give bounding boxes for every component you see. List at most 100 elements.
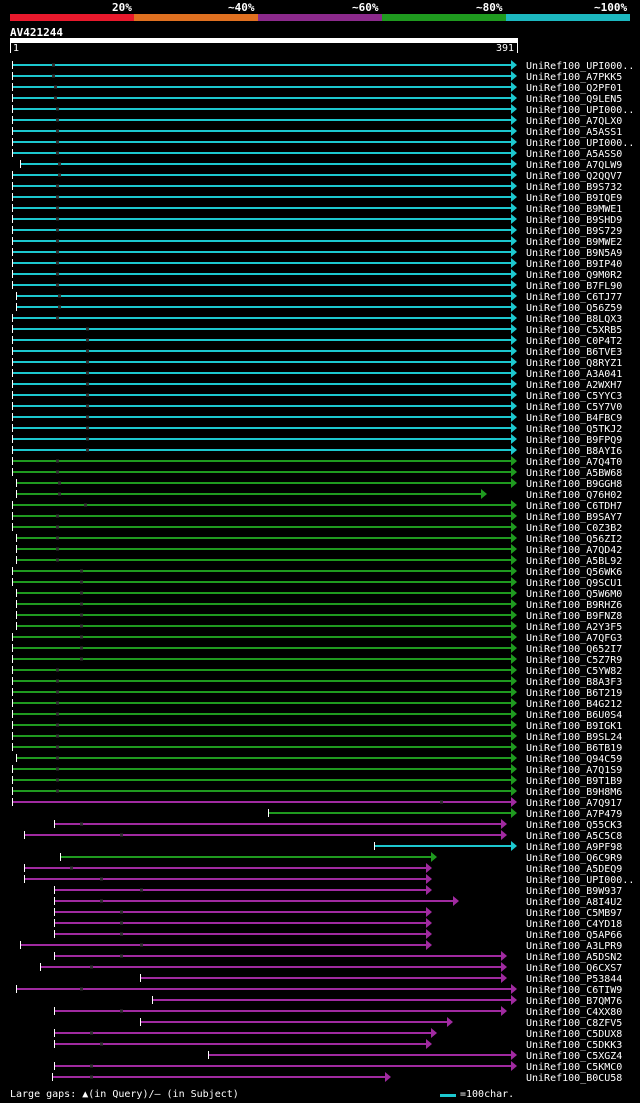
hit-row[interactable]: UniRef100_A7Q4T0 (12, 456, 622, 468)
hit-alignment-bar[interactable] (12, 680, 511, 682)
hit-label[interactable]: UniRef100_B9T1B9 (526, 776, 622, 787)
hit-label[interactable]: UniRef100_A5ASS1 (526, 127, 622, 138)
hit-label[interactable]: UniRef100_C4YD18 (526, 919, 622, 930)
hit-row[interactable]: UniRef100_A7QFG3 (12, 632, 622, 644)
hit-row[interactable]: UniRef100_B9IGK1 (12, 720, 622, 732)
hit-row[interactable]: UniRef100_C0Z3B2 (12, 522, 622, 534)
hit-alignment-bar[interactable] (24, 878, 426, 880)
hit-alignment-bar[interactable] (54, 1032, 431, 1034)
hit-alignment-bar[interactable] (12, 108, 511, 110)
hit-row[interactable]: UniRef100_B7FL90 (12, 280, 622, 292)
hit-label[interactable]: UniRef100_B7FL90 (526, 281, 622, 292)
hit-alignment-bar[interactable] (12, 581, 511, 583)
hit-alignment-bar[interactable] (24, 867, 426, 869)
hit-row[interactable]: UniRef100_A5DEQ9 (24, 863, 622, 875)
hit-label[interactable]: UniRef100_B9IP40 (526, 259, 622, 270)
hit-label[interactable]: UniRef100_A5BW68 (526, 468, 622, 479)
hit-row[interactable]: UniRef100_A7P479 (268, 808, 622, 820)
hit-row[interactable]: UniRef100_Q652I7 (12, 643, 622, 655)
hit-label[interactable]: UniRef100_B4G212 (526, 699, 622, 710)
hit-alignment-bar[interactable] (12, 185, 511, 187)
hit-label[interactable]: UniRef100_UPI000.. (526, 61, 634, 72)
hit-label[interactable]: UniRef100_A7P479 (526, 809, 622, 820)
hit-label[interactable]: UniRef100_A7QD42 (526, 545, 622, 556)
hit-alignment-bar[interactable] (12, 207, 511, 209)
hit-label[interactable]: UniRef100_C5XRB5 (526, 325, 622, 336)
hit-label[interactable]: UniRef100_A5DSN2 (526, 952, 622, 963)
hit-label[interactable]: UniRef100_A3A041 (526, 369, 622, 380)
hit-row[interactable]: UniRef100_Q55CK3 (54, 819, 622, 831)
hit-alignment-bar[interactable] (12, 471, 511, 473)
hit-row[interactable]: UniRef100_Q56WK6 (12, 566, 622, 578)
hit-label[interactable]: UniRef100_B9FPQ9 (526, 435, 622, 446)
hit-alignment-bar[interactable] (12, 713, 511, 715)
hit-label[interactable]: UniRef100_UPI000.. (526, 105, 634, 116)
hit-row[interactable]: UniRef100_C4XX80 (54, 1006, 622, 1018)
hit-label[interactable]: UniRef100_C6TIW9 (526, 985, 622, 996)
hit-alignment-bar[interactable] (374, 845, 511, 847)
hit-label[interactable]: UniRef100_B6TB19 (526, 743, 622, 754)
hit-alignment-bar[interactable] (12, 141, 511, 143)
hit-alignment-bar[interactable] (16, 559, 511, 561)
hit-label[interactable]: UniRef100_B8AYI6 (526, 446, 622, 457)
hit-label[interactable]: UniRef100_B8LQX3 (526, 314, 622, 325)
hit-label[interactable]: UniRef100_B9RHZ6 (526, 600, 622, 611)
hit-alignment-bar[interactable] (12, 515, 511, 517)
hit-alignment-bar[interactable] (12, 702, 511, 704)
hit-alignment-bar[interactable] (54, 933, 426, 935)
hit-row[interactable]: UniRef100_B9MWE1 (12, 203, 622, 215)
hit-label[interactable]: UniRef100_B9MWE2 (526, 237, 622, 248)
hit-alignment-bar[interactable] (12, 86, 511, 88)
hit-alignment-bar[interactable] (24, 834, 501, 836)
hit-label[interactable]: UniRef100_B7QM76 (526, 996, 622, 1007)
hit-alignment-bar[interactable] (54, 889, 426, 891)
hit-label[interactable]: UniRef100_B9W937 (526, 886, 622, 897)
hit-label[interactable]: UniRef100_UPI000.. (526, 138, 634, 149)
hit-alignment-bar[interactable] (12, 691, 511, 693)
hit-label[interactable]: UniRef100_A5DEQ9 (526, 864, 622, 875)
hit-alignment-bar[interactable] (52, 1076, 385, 1078)
hit-alignment-bar[interactable] (40, 966, 501, 968)
hit-row[interactable]: UniRef100_B4G212 (12, 698, 622, 710)
hit-alignment-bar[interactable] (12, 240, 511, 242)
hit-alignment-bar[interactable] (54, 1043, 426, 1045)
hit-label[interactable]: UniRef100_B9IQE9 (526, 193, 622, 204)
hit-label[interactable]: UniRef100_C5XGZ4 (526, 1051, 622, 1062)
hit-row[interactable]: UniRef100_C6TJ77 (16, 291, 622, 303)
hit-row[interactable]: UniRef100_C5XGZ4 (208, 1050, 622, 1062)
hit-row[interactable]: UniRef100_B9FPQ9 (12, 434, 622, 446)
hit-alignment-bar[interactable] (12, 460, 511, 462)
hit-row[interactable]: UniRef100_Q6CXS7 (40, 962, 622, 974)
hit-row[interactable]: UniRef100_Q94C59 (16, 753, 622, 765)
hit-row[interactable]: UniRef100_Q2QQV7 (12, 170, 622, 182)
hit-row[interactable]: UniRef100_A7PKK5 (12, 71, 622, 83)
hit-label[interactable]: UniRef100_Q5AP66 (526, 930, 622, 941)
hit-label[interactable]: UniRef100_A7QFG3 (526, 633, 622, 644)
hit-alignment-bar[interactable] (16, 306, 511, 308)
hit-alignment-bar[interactable] (12, 273, 511, 275)
hit-alignment-bar[interactable] (16, 493, 481, 495)
hit-alignment-bar[interactable] (12, 152, 511, 154)
hit-label[interactable]: UniRef100_A7QLX0 (526, 116, 622, 127)
hit-row[interactable]: UniRef100_A7Q917 (12, 797, 622, 809)
hit-row[interactable]: UniRef100_B6U0S4 (12, 709, 622, 721)
hit-row[interactable]: UniRef100_B9S729 (12, 225, 622, 237)
hit-row[interactable]: UniRef100_UPI000.. (12, 137, 634, 149)
hit-label[interactable]: UniRef100_Q6CXS7 (526, 963, 622, 974)
hit-label[interactable]: UniRef100_C6TJ77 (526, 292, 622, 303)
hit-row[interactable]: UniRef100_A5ASS1 (12, 126, 622, 138)
hit-row[interactable]: UniRef100_A5BL92 (16, 555, 622, 567)
hit-label[interactable]: UniRef100_C6TDH7 (526, 501, 622, 512)
hit-label[interactable]: UniRef100_Q8RYZ1 (526, 358, 622, 369)
hit-label[interactable]: UniRef100_A7QLW9 (526, 160, 622, 171)
hit-row[interactable]: UniRef100_Q9M0R2 (12, 269, 622, 281)
hit-row[interactable]: UniRef100_B9MWE2 (12, 236, 622, 248)
hit-row[interactable]: UniRef100_B9S732 (12, 181, 622, 193)
hit-label[interactable]: UniRef100_B6U0S4 (526, 710, 622, 721)
hit-alignment-bar[interactable] (12, 768, 511, 770)
hit-label[interactable]: UniRef100_B8A3F3 (526, 677, 622, 688)
hit-label[interactable]: UniRef100_B9FNZ8 (526, 611, 622, 622)
hit-row[interactable]: UniRef100_B0CU58 (52, 1072, 622, 1084)
hit-alignment-bar[interactable] (12, 196, 511, 198)
hit-alignment-bar[interactable] (12, 526, 511, 528)
